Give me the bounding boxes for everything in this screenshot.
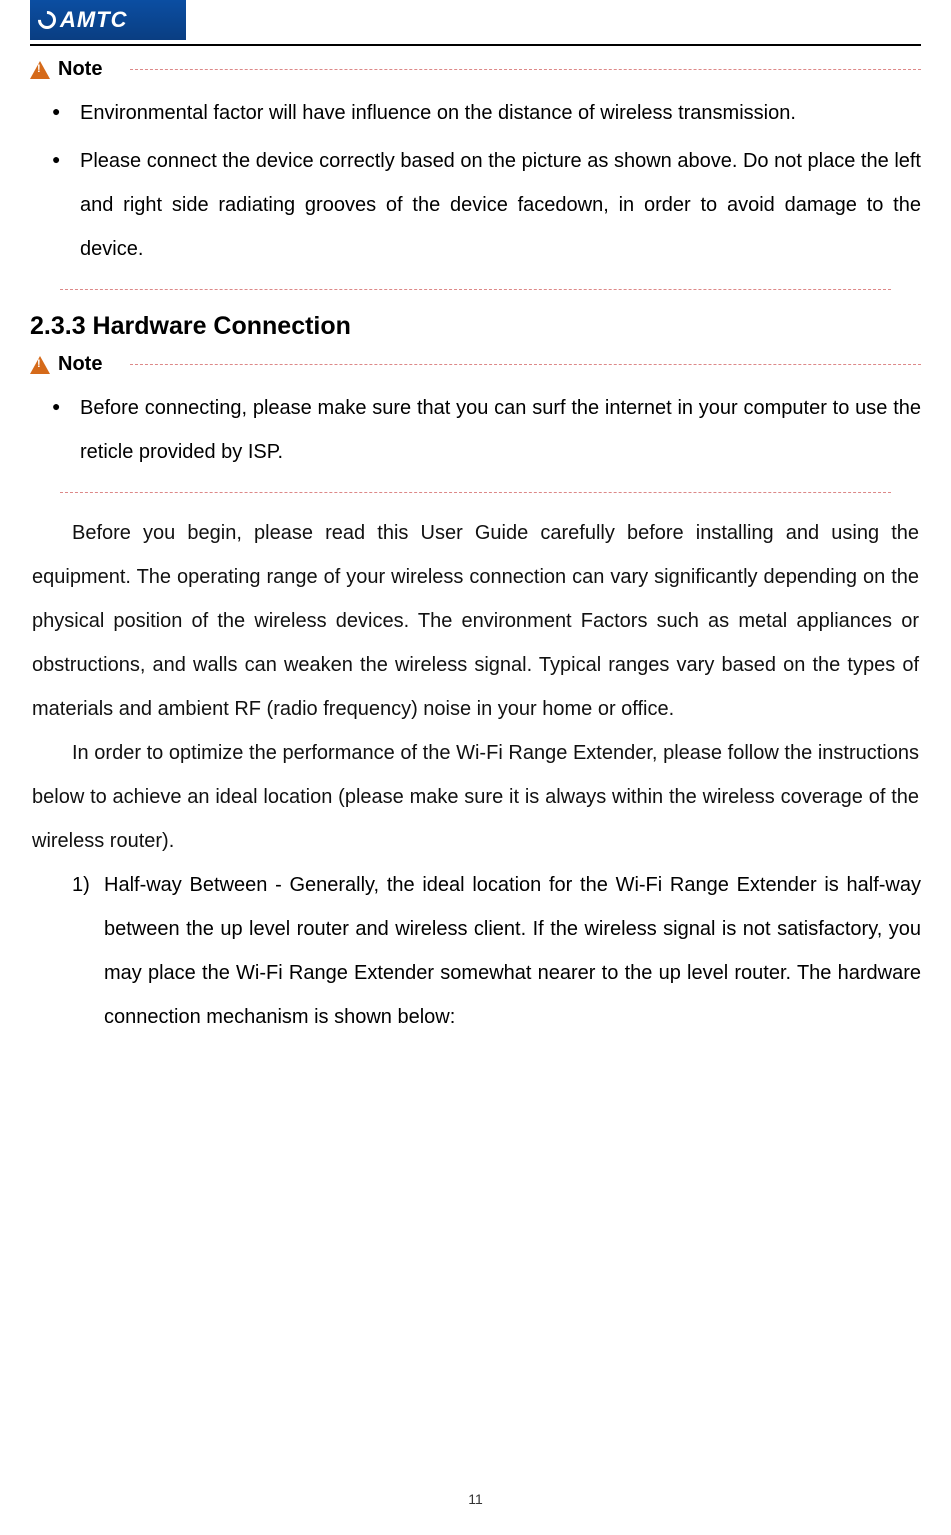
list-item: Before connecting, please make sure that… <box>52 386 921 474</box>
note-label: Note <box>58 58 102 81</box>
dashed-divider <box>60 492 891 493</box>
item-text: Half-way Between - Generally, the ideal … <box>104 874 921 1028</box>
note-block-1-header: Note <box>30 58 921 81</box>
list-item: Please connect the device correctly base… <box>52 139 921 271</box>
brand-logo: AMTC <box>30 0 186 40</box>
dashed-divider <box>60 289 891 290</box>
brand-logo-text: AMTC <box>60 7 128 33</box>
warning-icon <box>30 61 50 79</box>
swirl-icon <box>34 7 59 32</box>
note-2-bullets: Before connecting, please make sure that… <box>30 386 921 474</box>
dashed-divider <box>130 69 921 70</box>
dashed-divider <box>130 364 921 365</box>
numbered-steps: 1) Half-way Between - Generally, the ide… <box>30 863 921 1039</box>
body-paragraph: In order to optimize the performance of … <box>30 731 921 863</box>
note-1-bullets: Environmental factor will have influence… <box>30 91 921 271</box>
section-heading: 2.3.3 Hardware Connection <box>30 312 921 341</box>
note-label: Note <box>58 353 102 376</box>
list-item: Environmental factor will have influence… <box>52 91 921 135</box>
note-block-2-header: Note <box>30 353 921 376</box>
page-number: 11 <box>0 1491 951 1507</box>
body-paragraph: Before you begin, please read this User … <box>30 511 921 731</box>
list-item: 1) Half-way Between - Generally, the ide… <box>72 863 921 1039</box>
item-number: 1) <box>72 863 90 907</box>
header-divider <box>30 44 921 46</box>
warning-icon <box>30 356 50 374</box>
